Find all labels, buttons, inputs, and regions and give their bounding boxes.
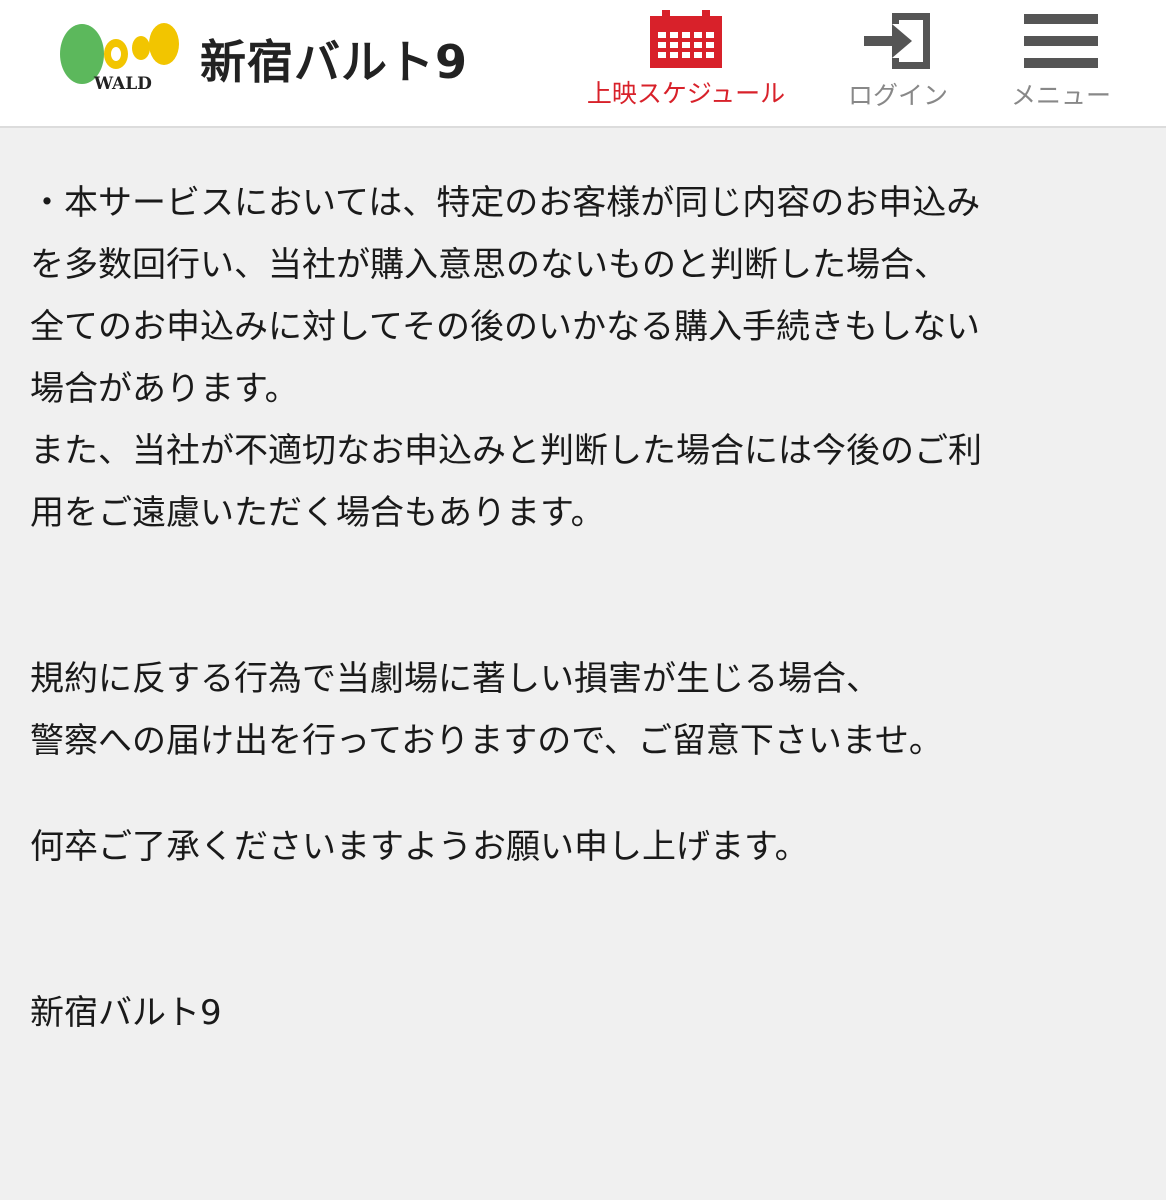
notice-paragraph-3: 何卒ご了承くださいますようお願い申し上げます。 bbox=[30, 827, 809, 867]
nav-schedule-button[interactable]: 上映スケジュール bbox=[578, 10, 794, 120]
site-name[interactable]: 新宿バルト9 bbox=[200, 26, 468, 92]
nav-login-button[interactable]: ログイン bbox=[838, 10, 958, 120]
login-icon bbox=[864, 13, 930, 69]
nav-login-label: ログイン bbox=[847, 81, 948, 110]
notice-paragraph-2: 規約に反する行為で当劇場に著しい損害が生じる場合、 警察への届け出を行っておりま… bbox=[30, 659, 943, 761]
nav-menu-button[interactable]: メニュー bbox=[1002, 10, 1120, 120]
hamburger-menu-icon bbox=[1024, 14, 1098, 68]
calendar-icon bbox=[650, 10, 722, 68]
notice-content: ・本サービスにおいては、特定のお客様が同じ内容のお申込み を多数回行い、当社が購… bbox=[30, 172, 1150, 1044]
nav-schedule-label: 上映スケジュール bbox=[586, 79, 786, 108]
wald-logo-text: WALD bbox=[94, 74, 152, 94]
nav-menu-label: メニュー bbox=[1010, 81, 1111, 110]
wald-logo[interactable]: WALD bbox=[56, 20, 188, 100]
header: WALD 新宿バルト9 上映スケジュール ログイン メニュー bbox=[0, 0, 1166, 128]
signature: 新宿バルト9 bbox=[30, 993, 222, 1033]
notice-paragraph-1: ・本サービスにおいては、特定のお客様が同じ内容のお申込み を多数回行い、当社が購… bbox=[30, 183, 982, 533]
